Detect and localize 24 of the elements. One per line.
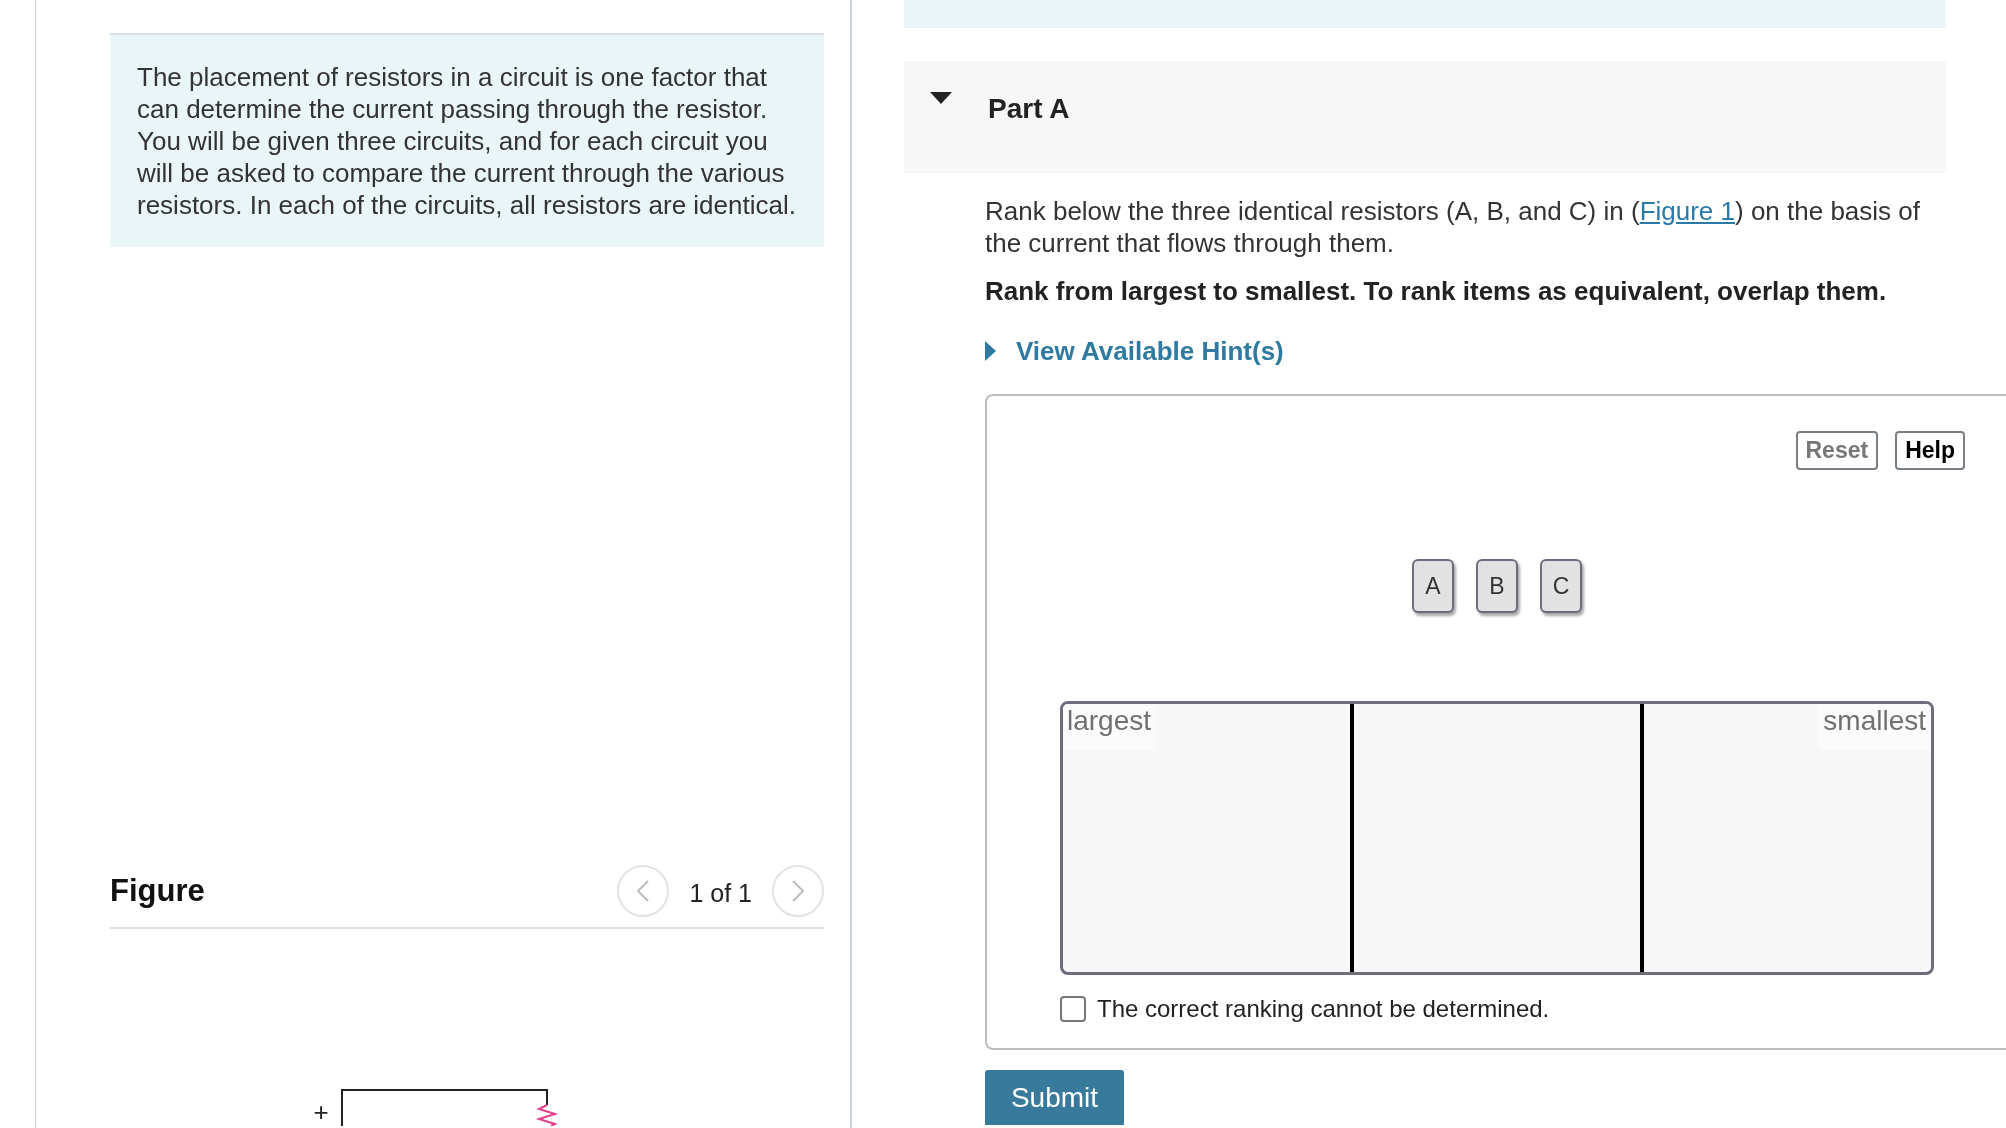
ranking-slot[interactable]: smallest — [1640, 704, 1931, 972]
submit-button[interactable]: Submit — [985, 1070, 1124, 1125]
toolbar-button[interactable]: Help — [1895, 431, 1965, 470]
figure-link[interactable]: Figure 1 — [1639, 196, 1735, 226]
instruction-text: Rank from largest to smallest. To rank items as equivalent, overlap them. — [985, 275, 1888, 307]
ranking-slot[interactable]: largest — [1063, 704, 1350, 972]
page-counter: 1 of 1 — [689, 878, 752, 910]
checkbox-label: The correct ranking cannot be determined. — [1097, 994, 1550, 1024]
ranking-tile[interactable]: B — [1476, 559, 1518, 613]
intro-text: The placement of resistors in a circuit is one factor that can determine the current passing through the resistor. You will be given three circuits, and for each circuit you will be asked to compare the current through the various resistors. In each of the circuits, all resistors are identical. — [110, 33, 824, 247]
ranking-tile[interactable]: A — [1412, 559, 1454, 613]
part-title: Part A — [988, 92, 1070, 126]
question-text: Rank below the three identical resistors (A, B, and C) in (Figure 1) on the basis of the current that flows through them. — [985, 195, 1921, 259]
hints-link[interactable]: View Available Hint(s) — [985, 335, 1284, 367]
chevron-left-icon — [637, 880, 650, 902]
checkbox[interactable] — [1060, 996, 1086, 1022]
scale-label: largest — [1063, 704, 1157, 750]
polarity-label: + — [313, 1097, 329, 1126]
caret-right-icon[interactable] — [985, 341, 996, 361]
figure-title: Figure — [110, 871, 205, 910]
caret-down-icon[interactable] — [930, 92, 952, 104]
ranking-tile[interactable]: C — [1540, 559, 1582, 613]
chevron-right-icon — [792, 880, 804, 902]
scale-label: smallest — [1819, 704, 1931, 750]
